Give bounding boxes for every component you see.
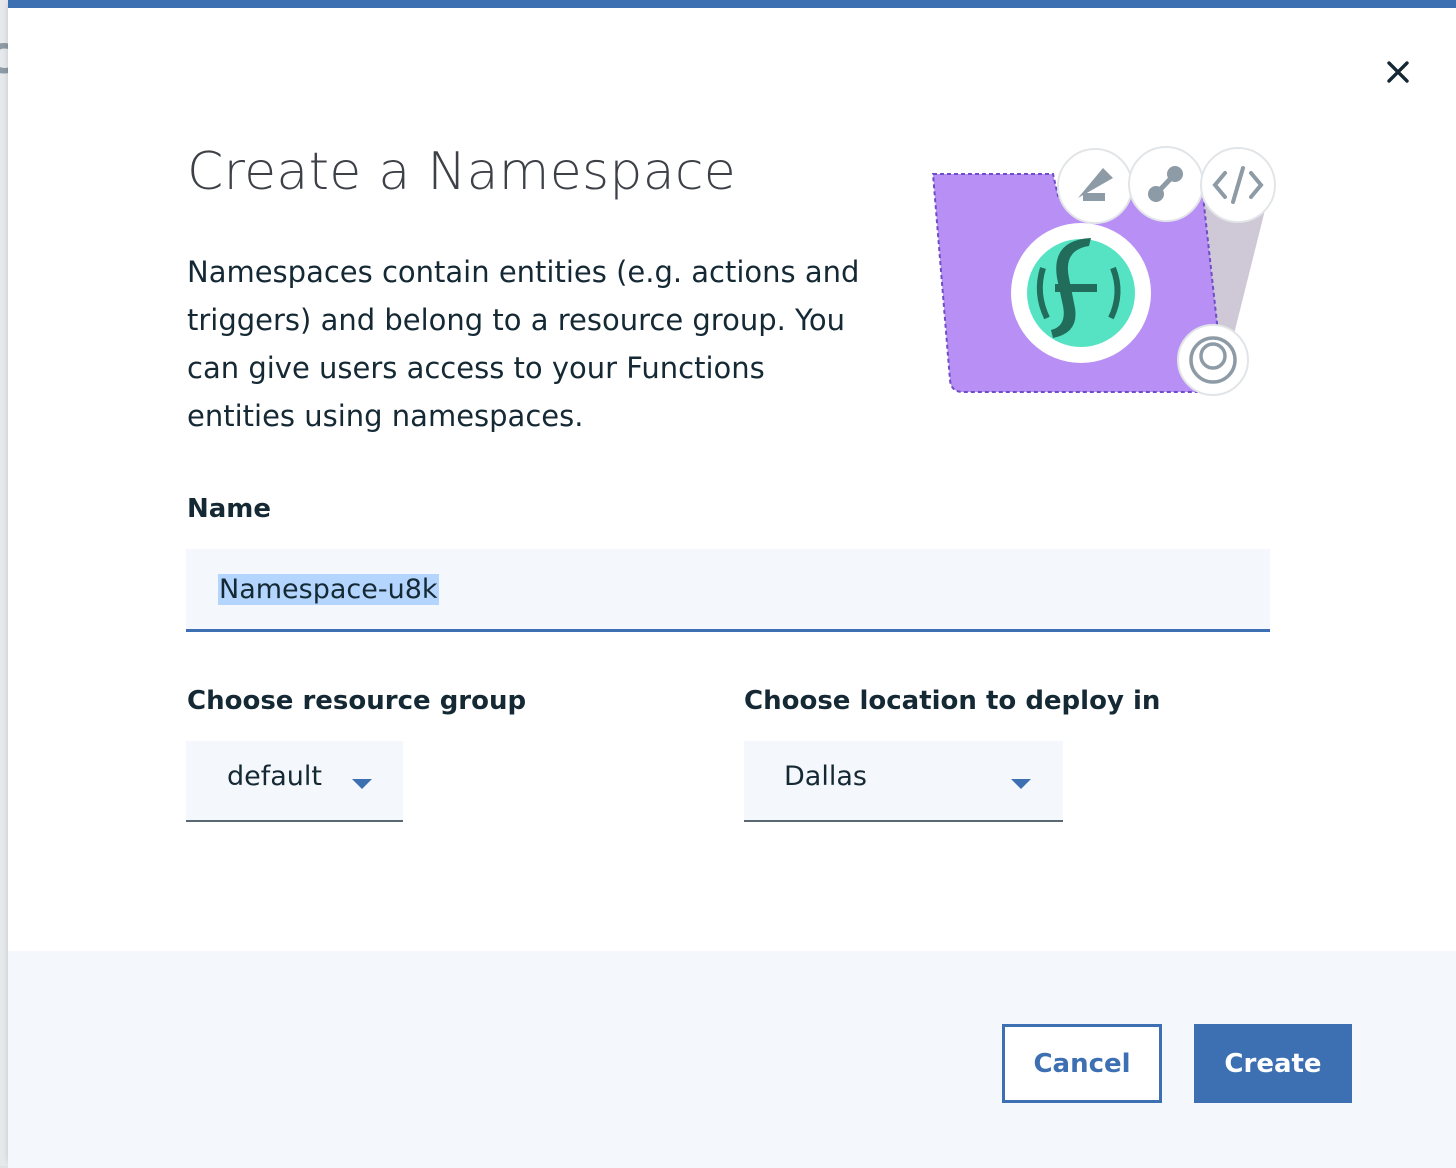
chevron-down-icon: [1011, 779, 1031, 789]
resource-group-value: default: [227, 761, 323, 792]
create-namespace-modal: Create a Namespace Namespaces contain en…: [8, 0, 1456, 1168]
user-icon: [1177, 324, 1249, 396]
name-input[interactable]: Namespace-u8k: [186, 549, 1270, 632]
modal-footer: Cancel Create: [8, 951, 1456, 1168]
location-select[interactable]: Dallas: [744, 741, 1063, 822]
location-label: Choose location to deploy in: [744, 686, 1161, 716]
close-button[interactable]: [1384, 58, 1412, 86]
close-icon: [1387, 61, 1409, 83]
resource-group-label: Choose resource group: [187, 686, 527, 716]
name-input-value: Namespace-u8k: [218, 573, 439, 605]
modal-title: Create a Namespace: [187, 142, 737, 202]
satellite-icon: [1057, 148, 1133, 224]
share-icon: [1128, 146, 1204, 222]
modal-description: Namespaces contain entities (e.g. action…: [187, 255, 860, 433]
chevron-down-icon: [352, 779, 372, 789]
resource-group-select[interactable]: default: [186, 741, 403, 822]
create-button[interactable]: Create: [1194, 1024, 1352, 1103]
functions-logo-icon: [1011, 223, 1151, 363]
namespace-illustration: [923, 138, 1283, 408]
cancel-button[interactable]: Cancel: [1002, 1024, 1162, 1103]
code-icon: [1200, 147, 1276, 223]
name-label: Name: [187, 494, 272, 524]
location-value: Dallas: [784, 761, 867, 792]
